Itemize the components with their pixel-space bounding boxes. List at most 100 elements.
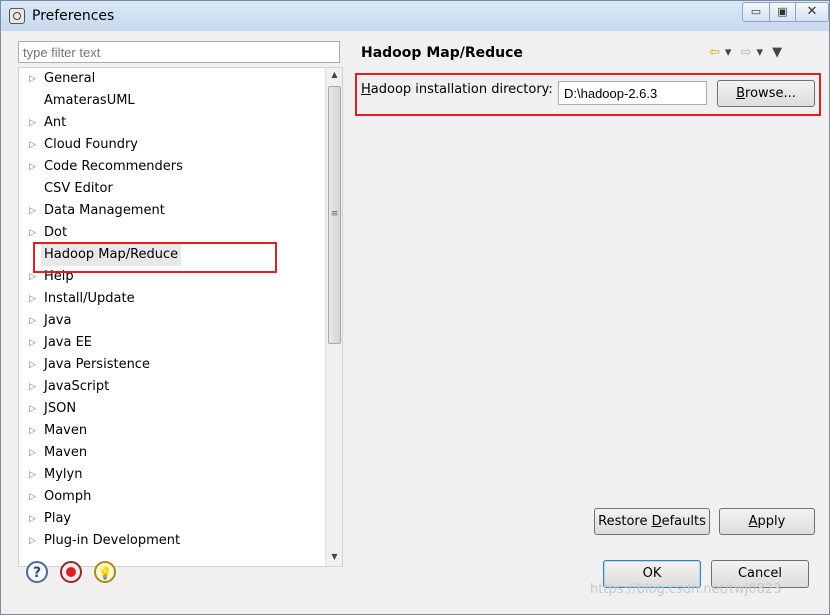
apply-mnemonic: A [748, 514, 758, 529]
tree-item-label: CSV Editor [44, 181, 113, 196]
view-menu-icon[interactable]: ▼ [772, 45, 782, 60]
expand-arrow-icon[interactable]: ▷ [29, 530, 36, 552]
tree-item[interactable]: ▷ JSON [19, 398, 319, 420]
expand-arrow-icon[interactable]: ▷ [29, 486, 36, 508]
page-navigation: ⇦ ▾ ⇨ ▾ ▼ [709, 45, 787, 60]
hadoop-dir-label-text: adoop installation directory: [370, 82, 553, 97]
expand-arrow-icon[interactable]: ▷ [29, 376, 36, 398]
expand-arrow-icon[interactable]: ▷ [29, 508, 36, 530]
tree-item-label: Maven [44, 445, 88, 460]
tree-item-label: Dot [44, 225, 68, 240]
expand-arrow-icon[interactable]: ▷ [29, 464, 36, 486]
help-icon[interactable]: ? [26, 561, 48, 583]
expand-arrow-icon[interactable]: ▷ [29, 354, 36, 376]
tree-item-label: Ant [44, 115, 67, 130]
lightbulb-icon[interactable]: 💡 [94, 561, 116, 583]
tree-item[interactable]: ▷ Java Persistence [19, 354, 319, 376]
tree-item-label: Code Recommenders [44, 159, 183, 174]
tree-item[interactable]: ▷ Maven [19, 420, 319, 442]
watermark-text: https://blog.csdn.net/twj0823 [590, 582, 782, 597]
tree-item[interactable]: ▷ Play [19, 508, 319, 530]
expand-arrow-icon[interactable]: ▷ [29, 420, 36, 442]
tree-item-label: Mylyn [44, 467, 83, 482]
tree-item-label: Oomph [44, 489, 92, 504]
tree-item-label: General [44, 71, 96, 86]
scroll-grip-icon: ≡ [330, 209, 339, 219]
expand-arrow-icon[interactable]: ▷ [29, 398, 36, 420]
restore-label-suffix: efaults [661, 514, 706, 529]
apply-label: pply [757, 514, 786, 529]
scroll-up-arrow-icon[interactable]: ▲ [326, 70, 342, 84]
restore-defaults-button[interactable]: Restore Defaults [594, 508, 710, 535]
tree-item[interactable]: ▷ Mylyn [19, 464, 319, 486]
tree-selection-highlight [33, 242, 277, 273]
scroll-down-arrow-icon[interactable]: ▼ [326, 552, 342, 566]
preference-tree[interactable]: ▷ General AmaterasUML ▷ Ant ▷ Cloud Foundry ▷ Co… [18, 67, 343, 567]
hadoop-dir-input[interactable] [558, 81, 707, 105]
page-title: Hadoop Map/Reduce [361, 45, 523, 61]
tree-item-label: JSON [44, 401, 77, 416]
tree-item[interactable]: ▷ Oomph [19, 486, 319, 508]
preferences-window: Preferences ▭ ▣ ✕ ▷ General AmaterasUML ▷ An… [0, 0, 830, 615]
expand-arrow-icon[interactable]: ▷ [29, 310, 36, 332]
expand-arrow-icon[interactable]: ▷ [29, 288, 36, 310]
browse-button[interactable]: Browse... [717, 80, 815, 107]
hadoop-dir-label-mnemonic: H [361, 82, 371, 97]
tree-item[interactable]: ▷ Code Recommenders [19, 156, 319, 178]
title-bar: Preferences ▭ ▣ ✕ [1, 1, 829, 31]
apply-button[interactable]: Apply [719, 508, 815, 535]
tree-item[interactable]: ▷ Dot [19, 222, 319, 244]
close-button[interactable]: ✕ [795, 2, 829, 22]
expand-arrow-icon[interactable]: ▷ [29, 222, 36, 244]
tree-item[interactable]: CSV Editor [19, 178, 319, 200]
eclipse-app-icon [9, 8, 25, 24]
expand-arrow-icon[interactable]: ▷ [29, 112, 36, 134]
tree-item-label: Plug-in Development [44, 533, 181, 548]
restore-mnemonic: D [651, 514, 662, 529]
back-arrow-icon[interactable]: ⇦ [709, 45, 720, 60]
back-dropdown-icon[interactable]: ▾ [725, 45, 732, 60]
scroll-thumb[interactable]: ≡ [328, 86, 341, 344]
filter-input[interactable] [18, 41, 340, 63]
tree-item[interactable]: ▷ Maven [19, 442, 319, 464]
tree-item-label: Data Management [44, 203, 165, 218]
tree-item[interactable]: ▷ JavaScript [19, 376, 319, 398]
expand-arrow-icon[interactable]: ▷ [29, 332, 36, 354]
tree-scrollbar[interactable]: ▲ ≡ ▼ [325, 68, 342, 566]
expand-arrow-icon[interactable]: ▷ [29, 134, 36, 156]
tree-item-label: Cloud Foundry [44, 137, 139, 152]
dialog-client: ▷ General AmaterasUML ▷ Ant ▷ Cloud Foundry ▷ Co… [9, 31, 821, 607]
tree-item-label: Java EE [44, 335, 93, 350]
forward-arrow-icon[interactable]: ⇨ [741, 45, 752, 60]
expand-arrow-icon[interactable]: ▷ [29, 156, 36, 178]
pane-divider[interactable] [348, 31, 352, 571]
expand-arrow-icon[interactable]: ▷ [29, 442, 36, 464]
hadoop-dir-label: Hadoop installation directory: [361, 82, 553, 97]
minimize-button[interactable]: ▭ [742, 2, 770, 22]
tree-item-label: Java [44, 313, 72, 328]
tree-item[interactable]: ▷ Cloud Foundry [19, 134, 319, 156]
tree-item[interactable]: ▷ Java EE [19, 332, 319, 354]
expand-arrow-icon[interactable]: ▷ [29, 68, 36, 90]
tree-item[interactable]: AmaterasUML [19, 90, 319, 112]
tree-item-label: Play [44, 511, 72, 526]
tree-item-label: Java Persistence [44, 357, 150, 372]
maximize-button[interactable]: ▣ [769, 2, 796, 22]
tree-item[interactable]: ▷ Java [19, 310, 319, 332]
browse-mnemonic: B [736, 86, 746, 101]
tree-item[interactable]: ▷ Plug-in Development [19, 530, 319, 552]
tree-item[interactable]: ▷ General [19, 68, 319, 90]
tree-item[interactable]: ▷ Install/Update [19, 288, 319, 310]
expand-arrow-icon[interactable]: ▷ [29, 200, 36, 222]
forward-dropdown-icon[interactable]: ▾ [756, 45, 763, 60]
tree-item[interactable]: ▷ Data Management [19, 200, 319, 222]
tree-item[interactable]: ▷ Ant [19, 112, 319, 134]
record-macro-icon[interactable] [60, 561, 82, 583]
restore-label-prefix: Restore [598, 514, 652, 529]
window-title: Preferences [32, 8, 115, 24]
browse-label: rowse... [745, 86, 796, 101]
tree-item-label: Maven [44, 423, 88, 438]
tree-item-label: AmaterasUML [44, 93, 135, 108]
tree-item-label: Install/Update [44, 291, 135, 306]
tree-item-label: JavaScript [44, 379, 110, 394]
